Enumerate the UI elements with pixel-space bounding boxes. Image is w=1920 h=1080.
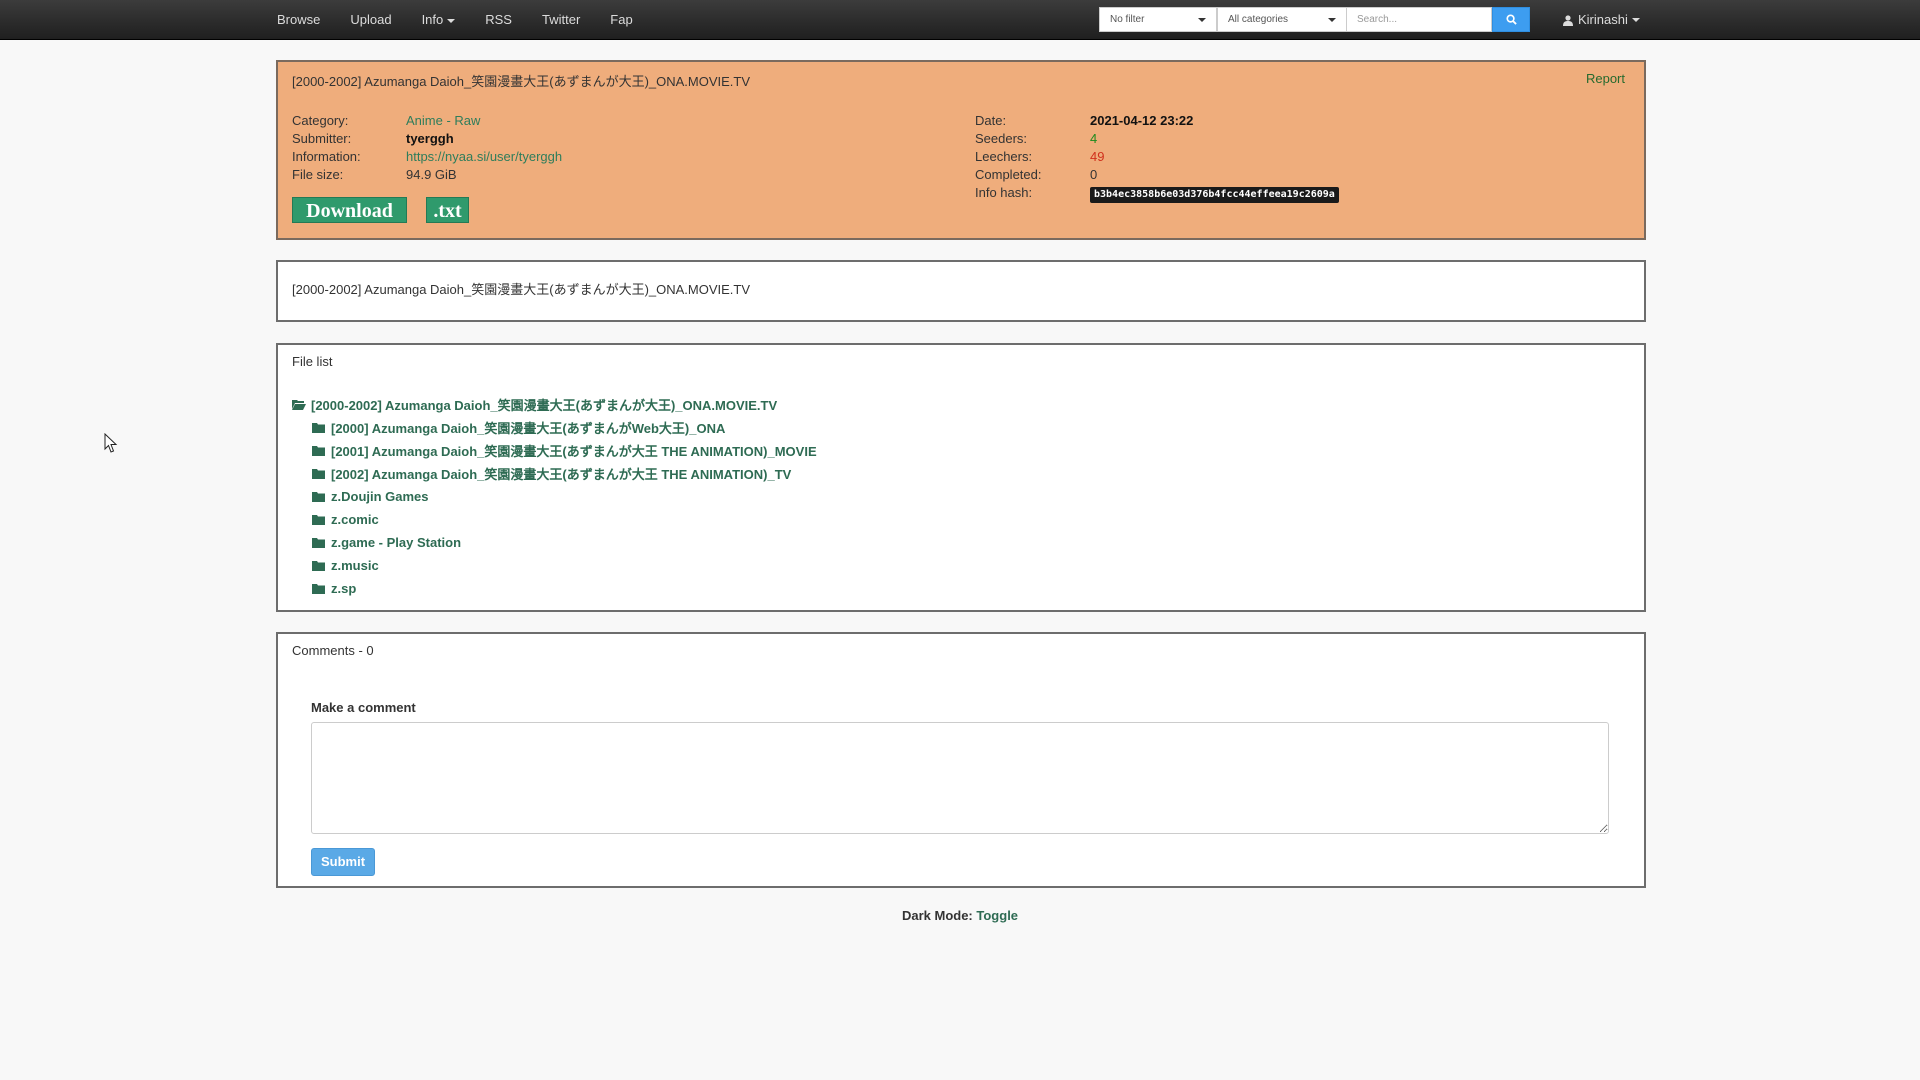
- user-menu[interactable]: Kirinashi: [1563, 0, 1640, 40]
- folder-label: [2000] Azumanga Daioh_笑園漫畫大王(あずまんがWeb大王)…: [331, 421, 726, 436]
- folder-label: z.comic: [331, 512, 379, 527]
- file-size-value: 94.9 GiB: [406, 167, 457, 182]
- info-hash-label: Info hash:: [975, 185, 1033, 200]
- file-tree: [2000-2002] Azumanga Daioh_笑園漫畫大王(あずまんが大…: [292, 393, 817, 600]
- info-hash-badge[interactable]: b3b4ec3858b6e03d376b4fcc44effeea19c2609a: [1090, 187, 1339, 203]
- user-icon: [1563, 14, 1573, 26]
- left-values: Anime - Raw tyerggh https://nyaa.si/user…: [406, 112, 562, 184]
- user-name: Kirinashi: [1578, 12, 1628, 27]
- category-link[interactable]: Anime - Raw: [406, 113, 480, 128]
- nav-info-label: Info: [421, 12, 444, 27]
- folder-item[interactable]: z.music: [292, 554, 817, 577]
- mouse-cursor-icon: [104, 433, 118, 453]
- submitter-label: Submitter:: [292, 131, 352, 146]
- chevron-down-icon: [1328, 17, 1336, 22]
- folder-icon: [312, 468, 327, 479]
- comment-textarea[interactable]: [311, 722, 1609, 834]
- folder-item[interactable]: z.Doujin Games: [292, 485, 817, 508]
- folder-label: [2001] Azumanga Daioh_笑園漫畫大王(あずまんが大王 THE…: [331, 444, 817, 459]
- torrent-info-panel: [2000-2002] Azumanga Daioh_笑園漫畫大王(あずまんが大…: [276, 60, 1646, 240]
- nav-upload[interactable]: Upload: [335, 0, 406, 40]
- leechers-value: 49: [1090, 149, 1105, 164]
- folder-root[interactable]: [2000-2002] Azumanga Daioh_笑園漫畫大王(あずまんが大…: [292, 393, 817, 416]
- search-icon: [1505, 14, 1517, 25]
- filter-select[interactable]: No filter: [1099, 7, 1217, 32]
- folder-item[interactable]: z.game - Play Station: [292, 531, 817, 554]
- folder-item[interactable]: [2000] Azumanga Daioh_笑園漫畫大王(あずまんがWeb大王)…: [292, 416, 817, 439]
- right-labels: Date: Seeders: Leechers: Completed: Info…: [975, 112, 1075, 202]
- date-value: 2021-04-12 23:22: [1090, 113, 1194, 128]
- folder-icon: [312, 422, 327, 433]
- dark-mode-label: Dark Mode:: [901, 908, 973, 923]
- file-list-panel: File list [2000-2002] Azumanga Daioh_笑園漫…: [276, 343, 1646, 612]
- file-list-header: File list: [292, 354, 333, 369]
- dark-mode-toggle[interactable]: Toggle: [976, 908, 1018, 923]
- nav-browse[interactable]: Browse: [262, 0, 335, 40]
- comments-panel: Comments - 0 Make a comment Submit: [276, 632, 1646, 888]
- folder-item[interactable]: z.sp: [292, 577, 817, 600]
- chevron-down-icon: [1198, 17, 1206, 22]
- completed-label: Completed:: [975, 167, 1042, 182]
- category-label: Category:: [292, 113, 349, 128]
- torrent-title: [2000-2002] Azumanga Daioh_笑園漫畫大王(あずまんが大…: [292, 74, 751, 89]
- folder-icon: [312, 445, 327, 456]
- information-label: Information:: [292, 149, 361, 164]
- description-text: [2000-2002] Azumanga Daioh_笑園漫畫大王(あずまんが大…: [292, 282, 751, 297]
- folder-label: z.Doujin Games: [331, 489, 429, 504]
- folder-label: z.game - Play Station: [331, 535, 462, 550]
- folder-root-label: [2000-2002] Azumanga Daioh_笑園漫畫大王(あずまんが大…: [311, 398, 778, 413]
- folder-icon: [312, 514, 327, 525]
- date-label: Date:: [975, 113, 1007, 128]
- chevron-down-icon: [1631, 18, 1640, 22]
- nav-fap[interactable]: Fap: [595, 0, 647, 40]
- nav-twitter[interactable]: Twitter: [527, 0, 595, 40]
- folder-icon: [312, 583, 327, 594]
- description-panel: [2000-2002] Azumanga Daioh_笑園漫畫大王(あずまんが大…: [276, 260, 1646, 322]
- txt-button[interactable]: .txt: [426, 197, 469, 223]
- search-form: No filter All categories: [1099, 7, 1530, 32]
- nav-links: Browse Upload Info RSS Twitter Fap: [262, 0, 648, 40]
- folder-icon: [312, 537, 327, 548]
- comments-header: Comments - 0: [292, 643, 374, 658]
- folder-label: [2002] Azumanga Daioh_笑園漫畫大王(あずまんが大王 THE…: [331, 467, 792, 482]
- folder-icon: [312, 560, 327, 571]
- footer: Dark Mode: Toggle: [0, 908, 1920, 923]
- file-size-label: File size:: [292, 167, 344, 182]
- folder-item[interactable]: [2002] Azumanga Daioh_笑園漫畫大王(あずまんが大王 THE…: [292, 462, 817, 485]
- search-input[interactable]: [1347, 7, 1492, 32]
- report-link[interactable]: Report: [1586, 71, 1625, 86]
- folder-label: z.sp: [331, 581, 357, 596]
- submit-button[interactable]: Submit: [311, 848, 375, 876]
- completed-value: 0: [1090, 167, 1098, 182]
- category-select[interactable]: All categories: [1217, 7, 1347, 32]
- download-button[interactable]: Download: [292, 197, 407, 223]
- folder-icon: [312, 491, 327, 502]
- category-select-value: All categories: [1228, 14, 1289, 25]
- nav-info-dropdown[interactable]: Info: [407, 0, 471, 40]
- left-labels: Category: Submitter: Information: File s…: [292, 112, 392, 184]
- make-comment-label: Make a comment: [311, 700, 416, 715]
- information-link[interactable]: https://nyaa.si/user/tyerggh: [406, 149, 562, 164]
- right-values: 2021-04-12 23:22 4 49 0 b3b4ec3858b6e03d…: [1090, 112, 1339, 203]
- submitter-link[interactable]: tyerggh: [406, 131, 454, 146]
- folder-item[interactable]: z.comic: [292, 508, 817, 531]
- search-button[interactable]: [1492, 7, 1530, 32]
- seeders-label: Seeders:: [975, 131, 1028, 146]
- filter-select-value: No filter: [1110, 14, 1145, 25]
- folder-open-icon: [292, 399, 307, 410]
- nav-rss[interactable]: RSS: [470, 0, 527, 40]
- leechers-label: Leechers:: [975, 149, 1033, 164]
- folder-label: z.music: [331, 558, 379, 573]
- chevron-down-icon: [447, 18, 456, 23]
- folder-item[interactable]: [2001] Azumanga Daioh_笑園漫畫大王(あずまんが大王 THE…: [292, 439, 817, 462]
- top-navbar: Browse Upload Info RSS Twitter Fap No fi…: [0, 0, 1920, 40]
- seeders-value: 4: [1090, 131, 1098, 146]
